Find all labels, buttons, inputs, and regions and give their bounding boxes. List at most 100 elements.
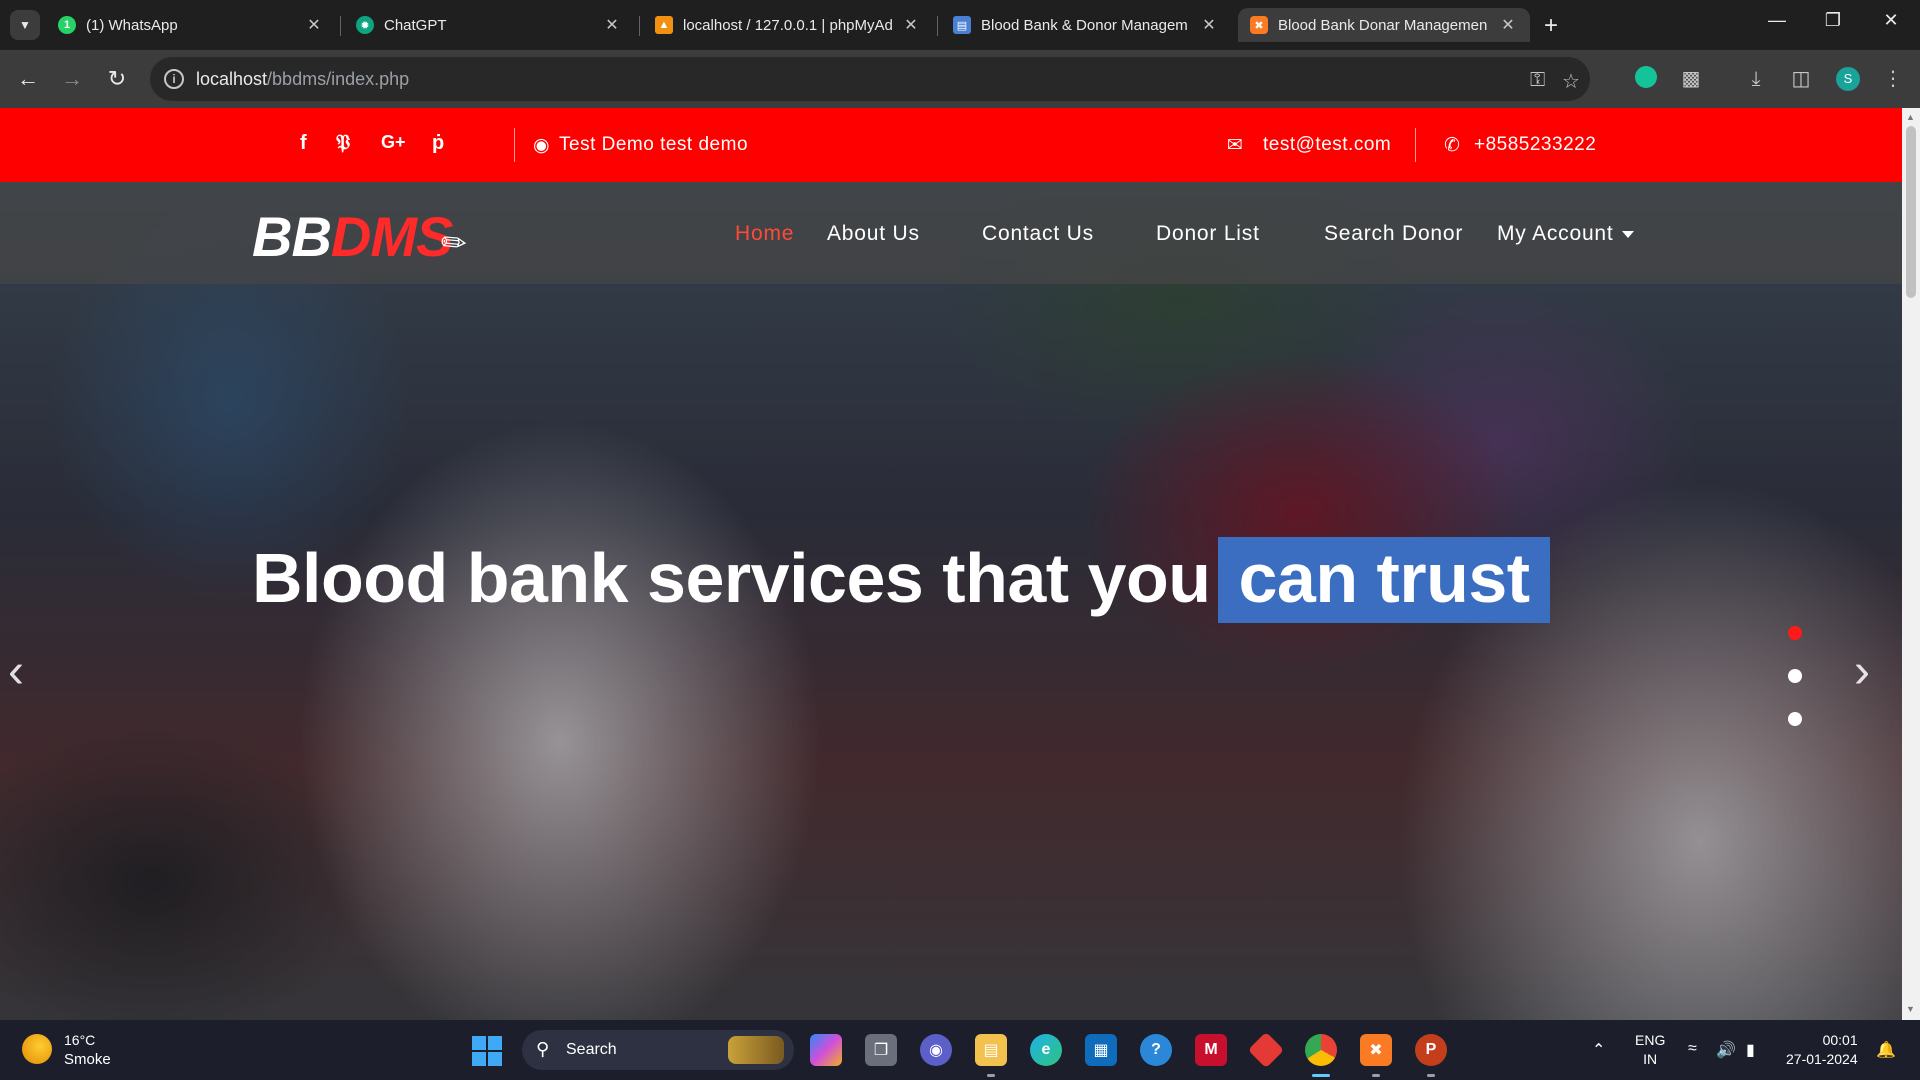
restore-button[interactable]: ❐ xyxy=(1810,10,1856,31)
slider-next-arrow-icon[interactable]: › xyxy=(1854,644,1870,699)
scrollbar-thumb[interactable] xyxy=(1906,126,1916,298)
phpmyadmin-icon: ▲ xyxy=(655,16,673,34)
slider-dot-3[interactable] xyxy=(1788,712,1802,726)
tab-title: Blood Bank Donar Managemen xyxy=(1278,16,1488,34)
address-bar[interactable]: i localhost/bbdms/index.php ⚿ ☆ xyxy=(150,57,1590,101)
map-pin-icon: ◉ xyxy=(533,135,551,156)
bookmark-star-icon[interactable]: ☆ xyxy=(1562,69,1580,94)
copilot-icon[interactable] xyxy=(810,1034,842,1066)
email-link[interactable]: test@test.com xyxy=(1263,134,1391,156)
extension-grammarly-icon[interactable] xyxy=(1633,66,1659,92)
nav-search-donor[interactable]: Search Donor xyxy=(1324,222,1463,246)
tab-blood-bank-donor[interactable]: ▤ Blood Bank & Donor Managem ✕ xyxy=(941,8,1231,42)
menu-kebab-icon[interactable]: ⋮ xyxy=(1880,66,1906,92)
back-button[interactable]: ← xyxy=(13,64,43,94)
chrome-icon[interactable] xyxy=(1305,1034,1337,1066)
powerpoint-icon[interactable]: P xyxy=(1415,1034,1447,1066)
teams-chat-icon[interactable]: ◉ xyxy=(920,1034,952,1066)
nav-home[interactable]: Home xyxy=(735,222,794,246)
tab-chatgpt[interactable]: ✹ ChatGPT ✕ xyxy=(344,8,634,42)
profile-avatar[interactable]: S xyxy=(1836,67,1860,91)
nav-about-us[interactable]: About Us xyxy=(827,222,920,246)
google-plus-icon[interactable]: G+ xyxy=(381,132,406,153)
notification-bell-icon[interactable]: 🔔 xyxy=(1876,1040,1896,1060)
nav-my-account[interactable]: My Account xyxy=(1497,222,1634,246)
browser-tabstrip: ▼ 1 (1) WhatsApp ✕ ✹ ChatGPT ✕ ▲ localho… xyxy=(0,0,1920,50)
anydesk-icon[interactable] xyxy=(1247,1031,1285,1069)
page-icon: ▤ xyxy=(953,16,971,34)
file-explorer-icon[interactable]: ▤ xyxy=(975,1034,1007,1066)
weather-description[interactable]: Smoke xyxy=(64,1051,111,1068)
mcafee-icon[interactable]: M xyxy=(1195,1034,1227,1066)
slider-dot-1[interactable] xyxy=(1788,626,1802,640)
weather-sun-icon[interactable] xyxy=(22,1034,52,1064)
phone-link[interactable]: +8585233222 xyxy=(1474,134,1596,156)
close-icon[interactable]: ✕ xyxy=(901,15,921,35)
nav-contact-us[interactable]: Contact Us xyxy=(982,222,1094,246)
divider xyxy=(514,128,515,162)
pinterest-icon[interactable]: ṗ xyxy=(432,132,444,155)
url-path: /bbdms/index.php xyxy=(267,69,410,89)
app-running-indicator xyxy=(1427,1074,1435,1077)
scroll-down-arrow-icon[interactable]: ▼ xyxy=(1906,1004,1915,1014)
twitter-icon[interactable]: 𝔓 xyxy=(336,132,350,155)
chevron-down-icon: ▼ xyxy=(19,18,31,32)
facebook-icon[interactable]: f xyxy=(300,132,307,155)
new-tab-button[interactable]: + xyxy=(1544,12,1558,40)
nav-my-account-label: My Account xyxy=(1497,222,1614,245)
url-host: localhost xyxy=(196,69,268,89)
nav-donor-list[interactable]: Donor List xyxy=(1156,222,1260,246)
close-icon[interactable]: ✕ xyxy=(602,15,622,35)
site-logo[interactable]: BBDMS xyxy=(252,204,453,269)
slider-prev-arrow-icon[interactable]: ‹ xyxy=(8,644,24,699)
close-icon[interactable]: ✕ xyxy=(1498,15,1518,35)
edge-browser-icon[interactable]: e xyxy=(1030,1034,1062,1066)
close-icon[interactable]: ✕ xyxy=(1199,15,1219,35)
hero-headline: Blood bank services that you can trust xyxy=(252,537,1550,623)
tab-separator xyxy=(639,16,640,36)
tab-separator xyxy=(937,16,938,36)
tab-search-button[interactable]: ▼ xyxy=(10,10,40,40)
tab-title: Blood Bank & Donor Managem xyxy=(981,16,1188,34)
app-active-indicator xyxy=(1312,1074,1330,1077)
help-icon[interactable]: ? xyxy=(1140,1034,1172,1066)
xampp-icon[interactable]: ✖ xyxy=(1360,1034,1392,1066)
minimize-button[interactable]: — xyxy=(1754,10,1800,31)
weather-temperature[interactable]: 16°C xyxy=(64,1032,95,1048)
close-icon[interactable]: ✕ xyxy=(304,15,324,35)
site-info-icon[interactable]: i xyxy=(164,69,184,89)
close-window-button[interactable]: ✕ xyxy=(1868,10,1914,31)
tab-title: localhost / 127.0.0.1 | phpMyAd xyxy=(683,16,893,34)
tab-whatsapp[interactable]: 1 (1) WhatsApp ✕ xyxy=(46,8,336,42)
slider-dot-2[interactable] xyxy=(1788,669,1802,683)
url-text[interactable]: localhost/bbdms/index.php xyxy=(196,69,409,90)
taskbar-search-box[interactable]: ⚲ Search xyxy=(522,1030,794,1070)
page-scrollbar[interactable]: ▲ ▼ xyxy=(1902,108,1920,1020)
tray-chevron-up-icon[interactable]: ⌃ xyxy=(1592,1040,1605,1060)
side-panel-icon[interactable]: ◫ xyxy=(1788,66,1814,92)
tab-blood-bank-donar-active[interactable]: ✖ Blood Bank Donar Managemen ✕ xyxy=(1238,8,1530,42)
password-key-icon[interactable]: ⚿ xyxy=(1530,69,1545,92)
language-code: ENG xyxy=(1635,1032,1666,1048)
language-indicator[interactable]: ENG IN xyxy=(1635,1031,1665,1069)
xampp-icon: ✖ xyxy=(1250,16,1268,34)
windows-taskbar: 16°C Smoke ⚲ Search ❐ ◉ ▤ e ▦ ? M ✖ P ⌃ … xyxy=(0,1020,1920,1080)
tab-separator xyxy=(340,16,341,36)
reload-button[interactable]: ↻ xyxy=(102,64,132,94)
download-icon[interactable]: ⤓ xyxy=(1743,66,1769,92)
task-view-icon[interactable]: ❐ xyxy=(865,1034,897,1066)
chatgpt-icon: ✹ xyxy=(356,16,374,34)
forward-button[interactable]: → xyxy=(57,64,87,94)
wifi-icon[interactable]: ≈ xyxy=(1688,1040,1697,1058)
volume-icon[interactable]: 🔊 xyxy=(1716,1040,1736,1060)
microsoft-store-icon[interactable]: ▦ xyxy=(1085,1034,1117,1066)
scroll-up-arrow-icon[interactable]: ▲ xyxy=(1906,112,1915,122)
main-navbar: BBDMS ✎ Home About Us Contact Us Donor L… xyxy=(0,182,1902,284)
phone-icon: ✆ xyxy=(1444,135,1461,156)
extensions-puzzle-icon[interactable]: ▩ xyxy=(1678,66,1704,92)
headline-highlight-text: can trust xyxy=(1218,537,1550,623)
windows-start-icon[interactable] xyxy=(472,1036,502,1066)
battery-icon[interactable]: ▮ xyxy=(1746,1040,1755,1060)
tab-phpmyadmin[interactable]: ▲ localhost / 127.0.0.1 | phpMyAd ✕ xyxy=(643,8,933,42)
system-clock[interactable]: 00:01 27-01-2024 xyxy=(1786,1031,1858,1069)
